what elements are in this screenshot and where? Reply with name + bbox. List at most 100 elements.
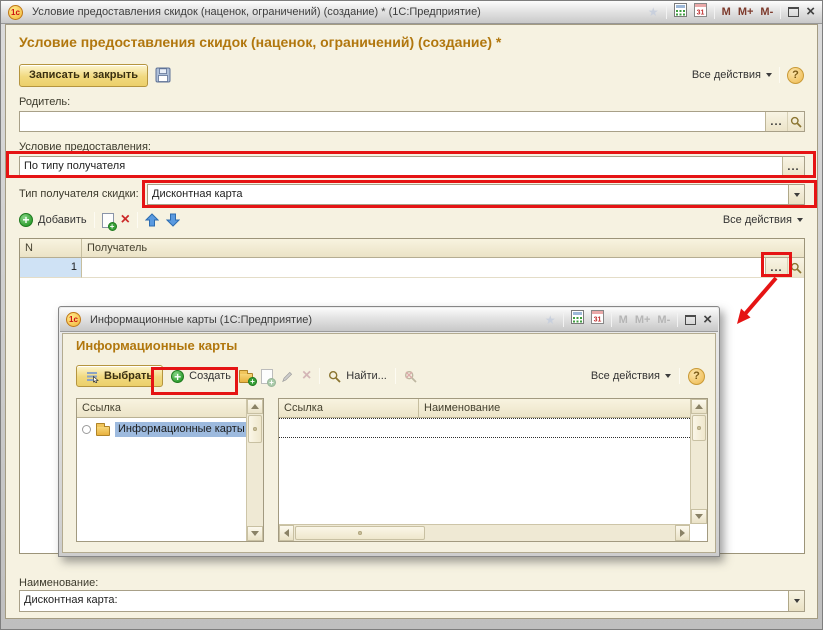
name-value: Дисконтная карта: <box>20 591 788 611</box>
scroll-thumb[interactable] <box>692 415 706 441</box>
all-actions-menu-dialog[interactable]: Все действия <box>591 370 671 382</box>
recipient-type-combo[interactable]: Дисконтная карта <box>147 184 805 205</box>
save-and-close-button[interactable]: Записать и закрыть <box>19 64 148 87</box>
condition-ellipsis-button[interactable]: ... <box>782 157 804 176</box>
table-row[interactable]: 1 ... <box>20 258 804 278</box>
list-empty-focused-row[interactable] <box>279 418 690 438</box>
find-label: Найти... <box>346 370 387 382</box>
list-vertical-scrollbar[interactable] <box>690 399 707 524</box>
select-button[interactable]: Выбрать <box>76 365 163 387</box>
create-group-button[interactable]: + <box>239 373 253 383</box>
all-actions-menu-table[interactable]: Все действия <box>723 214 803 226</box>
scroll-up-button[interactable] <box>247 399 263 414</box>
close-button[interactable]: × <box>806 6 815 18</box>
table-header-row: N Получатель <box>20 239 804 258</box>
list-horizontal-scrollbar[interactable] <box>279 524 690 541</box>
parent-ellipsis-button[interactable]: ... <box>765 112 787 131</box>
scroll-thumb[interactable] <box>248 415 262 443</box>
name-combo[interactable]: Дисконтная карта: <box>19 590 805 612</box>
titlebar-separator <box>714 5 715 19</box>
tree-item-label: Информационные карты <box>115 422 248 437</box>
toolbar-separator <box>395 368 396 384</box>
name-dropdown-button[interactable] <box>788 591 804 611</box>
window-title: Условие предоставления скидок (наценок, … <box>32 6 481 18</box>
tree-vertical-scrollbar[interactable] <box>246 399 263 541</box>
column-header-n[interactable]: N <box>20 239 82 257</box>
scroll-left-button[interactable] <box>279 525 294 541</box>
command-bar: Записать и закрыть Все действия ? <box>19 63 804 87</box>
delete-item-button-disabled: × <box>302 369 311 383</box>
create-button[interactable]: Создать <box>171 370 231 383</box>
memory-m-plus-button[interactable]: M+ <box>738 6 754 18</box>
toolbar-separator <box>779 67 780 83</box>
tree-column-header[interactable]: Ссылка <box>77 399 246 417</box>
toolbar-separator <box>319 368 320 384</box>
recipient-ellipsis-button[interactable]: ... <box>765 258 787 277</box>
scroll-left-icon <box>284 529 289 537</box>
scroll-down-button[interactable] <box>691 509 707 524</box>
recipient-cell[interactable]: ... <box>82 258 804 278</box>
chevron-down-icon <box>766 73 772 77</box>
recipient-cell-value <box>82 258 765 277</box>
scroll-right-button[interactable] <box>675 525 690 541</box>
titlebar-separator <box>780 5 781 19</box>
dialog-titlebar-buttons: ★ 31 M M+ M- × <box>545 310 712 329</box>
chevron-down-icon <box>794 193 800 197</box>
1c-app-icon: 1c <box>8 5 23 20</box>
column-header-recipient[interactable]: Получатель <box>82 239 804 257</box>
memory-m-minus-button[interactable]: M- <box>760 6 773 18</box>
scroll-thumb[interactable] <box>295 526 425 540</box>
dialog-toolbar: Выбрать Создать + + × Найти... <box>76 363 705 389</box>
calculator-icon[interactable] <box>571 310 584 329</box>
recipient-type-dropdown-button[interactable] <box>788 185 804 204</box>
tree-expander-icon[interactable] <box>82 425 91 434</box>
tree-item[interactable]: Информационные карты <box>77 418 263 437</box>
condition-input[interactable]: По типу получателя ... <box>19 156 805 177</box>
titlebar-separator <box>563 313 564 327</box>
condition-label: Условие предоставления: <box>19 141 151 153</box>
dialog-maximize-button[interactable] <box>685 315 696 325</box>
parent-search-icon[interactable] <box>787 112 804 131</box>
copy-row-button[interactable]: + <box>102 213 114 228</box>
scroll-up-button[interactable] <box>691 399 707 414</box>
all-actions-menu-top[interactable]: Все действия <box>692 69 772 81</box>
scroll-down-icon <box>695 514 703 519</box>
tree-header-row: Ссылка <box>77 399 246 418</box>
svg-text:31: 31 <box>696 9 704 16</box>
memory-m-button[interactable]: M <box>722 6 731 18</box>
1c-app-icon: 1c <box>66 312 81 327</box>
list-column-header-ref[interactable]: Ссылка <box>279 399 419 417</box>
recipient-search-icon[interactable] <box>787 258 804 277</box>
page-title: Условие предоставления скидок (наценок, … <box>19 34 501 50</box>
parent-input[interactable]: ... <box>19 111 805 132</box>
plus-badge-icon: + <box>248 377 257 386</box>
row-number-cell: 1 <box>20 258 82 278</box>
titlebar-separator <box>611 313 612 327</box>
find-button[interactable]: Найти... <box>328 370 387 383</box>
name-label: Наименование: <box>19 577 98 589</box>
move-down-button[interactable] <box>166 213 180 227</box>
maximize-button[interactable] <box>788 7 799 17</box>
calendar-icon[interactable]: 31 <box>591 310 604 329</box>
favorites-star-icon[interactable]: ★ <box>648 6 659 18</box>
dialog-title: Информационные карты (1С:Предприятие) <box>90 314 312 326</box>
dialog-list-panel: Ссылка Наименование <box>278 398 708 542</box>
dialog-help-button[interactable]: ? <box>688 368 705 385</box>
move-up-button[interactable] <box>145 213 159 227</box>
favorites-star-icon[interactable]: ★ <box>545 314 556 326</box>
recipients-toolbar: Добавить + × Все действия <box>19 208 803 232</box>
titlebar-separator <box>677 313 678 327</box>
all-actions-label: Все действия <box>591 370 660 382</box>
add-row-button[interactable]: Добавить <box>19 213 87 227</box>
scroll-down-button[interactable] <box>247 526 263 541</box>
delete-row-button[interactable]: × <box>121 213 130 227</box>
list-header-row: Ссылка Наименование <box>279 399 690 418</box>
dialog-close-button[interactable]: × <box>703 314 712 326</box>
memory-m-minus-button: M- <box>657 314 670 326</box>
list-column-header-name[interactable]: Наименование <box>419 399 690 417</box>
dialog-heading: Информационные карты <box>76 338 237 353</box>
calendar-icon[interactable]: 31 <box>694 3 707 22</box>
calculator-icon[interactable] <box>674 3 687 22</box>
save-icon[interactable] <box>155 67 171 83</box>
help-button[interactable]: ? <box>787 67 804 84</box>
